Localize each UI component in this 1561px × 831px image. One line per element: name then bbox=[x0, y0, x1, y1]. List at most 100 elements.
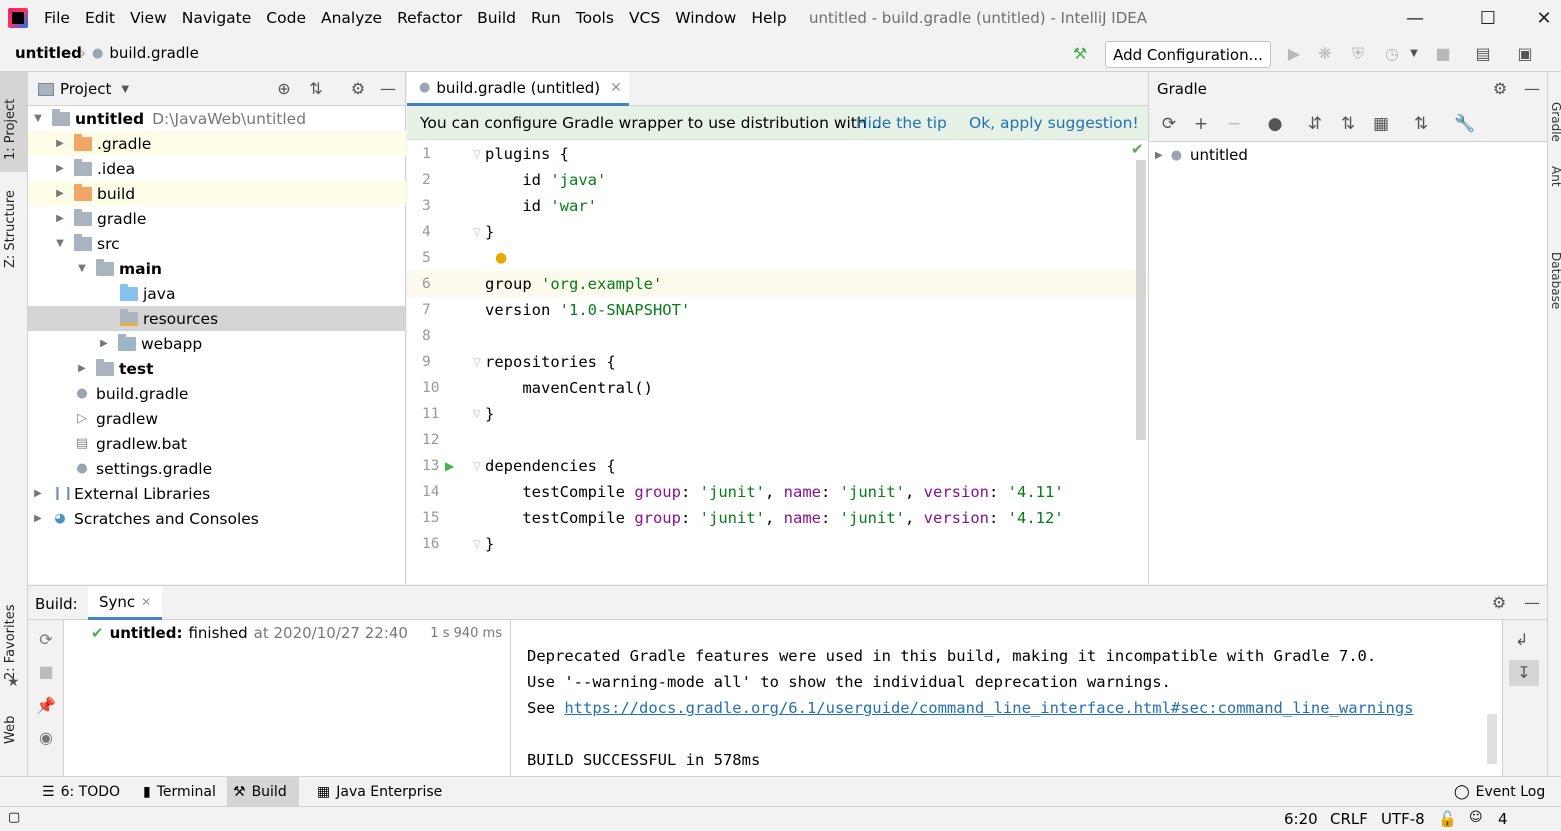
hide-icon[interactable]: — bbox=[379, 80, 397, 98]
fold-marker-icon[interactable]: ▽ bbox=[473, 149, 481, 160]
tool-windows-icon[interactable]: ▢ bbox=[8, 810, 20, 825]
menu-code[interactable]: Code bbox=[266, 9, 306, 27]
wrench-icon[interactable]: 🔧 bbox=[1454, 114, 1475, 134]
console-scrollbar[interactable] bbox=[1487, 714, 1497, 764]
tree-node-dot-idea[interactable]: ▶ .idea bbox=[28, 156, 406, 181]
web-tool-tab[interactable]: Web bbox=[3, 714, 18, 744]
build-tree-item[interactable]: ✔ untitled: finished at 2020/10/27 22:40 bbox=[91, 624, 408, 642]
tree-node-build-gradle[interactable]: ● build.gradle bbox=[28, 381, 406, 406]
close-icon[interactable]: ✕ bbox=[141, 595, 151, 609]
tree-node-external-libraries[interactable]: ▶ ❙❙ External Libraries bbox=[28, 481, 406, 506]
window-layout-icon[interactable]: ▣ bbox=[1516, 45, 1534, 63]
tree-node-gradlew-bat[interactable]: ▤ gradlew.bat bbox=[28, 431, 406, 456]
tree-node-untitled[interactable]: ▼ untitled D:\JavaWeb\untitled bbox=[28, 106, 406, 131]
java-enterprise-tab[interactable]: ▦ Java Enterprise bbox=[311, 777, 448, 807]
chevron-down-icon[interactable]: ▼ bbox=[54, 238, 66, 249]
hide-icon[interactable]: — bbox=[1523, 80, 1541, 98]
fold-marker-icon[interactable]: ▽ bbox=[473, 357, 481, 368]
chevron-right-icon[interactable]: ▶ bbox=[76, 363, 88, 374]
tree-node-scratches[interactable]: ▶ ◕ Scratches and Consoles bbox=[28, 506, 406, 531]
tree-node-main[interactable]: ▼ main bbox=[28, 256, 406, 281]
collapse-all-icon[interactable]: ⇅ bbox=[1338, 114, 1358, 134]
sync-tab[interactable]: Sync ✕ bbox=[88, 586, 163, 620]
tree-node-build[interactable]: ▶ build bbox=[28, 181, 406, 206]
structure-tool-tab[interactable]: Z: Structure bbox=[3, 188, 18, 268]
menu-vcs[interactable]: VCS bbox=[629, 9, 660, 27]
inspector-icon[interactable]: ☺ bbox=[1469, 810, 1483, 825]
tree-node-dot-gradle[interactable]: ▶ .gradle bbox=[28, 131, 406, 156]
stop-icon[interactable]: ■ bbox=[1434, 45, 1452, 63]
tree-node-src[interactable]: ▼ src bbox=[28, 231, 406, 256]
tree-node-resources[interactable]: resources bbox=[28, 306, 406, 331]
code-area[interactable]: 1 ▽ plugins {2 id 'java' 3 id 'war' 4 ▽} 5 ● 6 gr… bbox=[407, 140, 1148, 584]
expand-all-icon[interactable]: ⇵ bbox=[1305, 114, 1325, 134]
pin-icon[interactable]: 📌 bbox=[36, 696, 56, 716]
scroll-to-end-icon[interactable]: ↧ bbox=[1509, 660, 1539, 686]
fold-marker-icon[interactable]: ▽ bbox=[473, 409, 481, 420]
event-log-tab[interactable]: ◯ Event Log bbox=[1448, 777, 1551, 807]
eye-icon[interactable]: ◉ bbox=[36, 728, 56, 748]
chevron-right-icon[interactable]: ▶ bbox=[32, 488, 44, 499]
chevron-right-icon[interactable]: ▶ bbox=[32, 513, 44, 524]
add-configuration-button[interactable]: Add Configuration... bbox=[1105, 41, 1271, 68]
menu-refactor[interactable]: Refactor bbox=[397, 9, 462, 27]
tree-node-gradle[interactable]: ▶ gradle bbox=[28, 206, 406, 231]
chevron-right-icon[interactable]: ▶ bbox=[54, 138, 66, 149]
indent-setting[interactable]: 4 spaces bbox=[1498, 810, 1561, 831]
menu-analyze[interactable]: Analyze bbox=[321, 9, 382, 27]
breadcrumb-file[interactable]: ● build.gradle bbox=[92, 44, 199, 62]
file-encoding[interactable]: UTF-8 bbox=[1381, 810, 1425, 828]
locate-icon[interactable]: ⊕ bbox=[275, 80, 293, 98]
collapse-all-icon[interactable]: ⇅ bbox=[307, 80, 325, 98]
tree-node-java[interactable]: java bbox=[28, 281, 406, 306]
soft-wrap-icon[interactable]: ↲ bbox=[1515, 630, 1528, 649]
stop-icon[interactable]: ■ bbox=[36, 662, 56, 682]
debug-icon[interactable]: ❋ bbox=[1316, 45, 1334, 63]
menu-navigate[interactable]: Navigate bbox=[182, 9, 252, 27]
menu-run[interactable]: Run bbox=[531, 9, 561, 27]
menu-help[interactable]: Help bbox=[751, 9, 786, 27]
gear-icon[interactable]: ⚙ bbox=[1491, 80, 1509, 98]
lock-icon[interactable]: 🔓 bbox=[1438, 810, 1457, 828]
chevron-down-icon[interactable]: ▼ bbox=[32, 113, 44, 124]
chevron-down-icon[interactable]: ▼ bbox=[1405, 45, 1423, 63]
build-console[interactable]: Deprecated Gradle features were used in … bbox=[512, 620, 1502, 777]
tree-node-settings-gradle[interactable]: ● settings.gradle bbox=[28, 456, 406, 481]
chevron-right-icon[interactable]: ▶ bbox=[54, 163, 66, 174]
tree-node-webapp[interactable]: ▶ webapp bbox=[28, 331, 406, 356]
build-tab[interactable]: ⚒ Build bbox=[227, 777, 299, 807]
menu-build[interactable]: Build bbox=[477, 9, 516, 27]
fold-marker-icon[interactable]: ▽ bbox=[473, 539, 481, 550]
breadcrumb-project[interactable]: untitled bbox=[15, 44, 82, 62]
tree-node-test[interactable]: ▶ test bbox=[28, 356, 406, 381]
ant-tool-tab[interactable]: Ant bbox=[1549, 166, 1561, 187]
apply-suggestion-link[interactable]: Ok, apply suggestion! bbox=[969, 114, 1139, 132]
chevron-right-icon[interactable]: ▶ bbox=[98, 338, 110, 349]
database-tool-tab[interactable]: Database bbox=[1549, 252, 1561, 309]
coverage-icon[interactable]: ⛨ bbox=[1349, 45, 1367, 63]
editor-scrollbar[interactable] bbox=[1136, 160, 1146, 440]
reload-icon[interactable]: ⟳ bbox=[1159, 114, 1179, 134]
run-gutter-icon[interactable]: ▶ bbox=[445, 459, 454, 473]
close-icon[interactable]: ✕ bbox=[610, 80, 622, 96]
execute-task-icon[interactable]: ● bbox=[1265, 114, 1285, 134]
gear-icon[interactable]: ⚙ bbox=[349, 80, 367, 98]
project-structure-icon[interactable]: ▤ bbox=[1474, 45, 1492, 63]
menu-file[interactable]: File bbox=[44, 9, 70, 27]
fold-marker-icon[interactable]: ▽ bbox=[473, 461, 481, 472]
gradle-tool-tab[interactable]: Gradle bbox=[1549, 102, 1561, 142]
menu-window[interactable]: Window bbox=[675, 9, 736, 27]
menu-edit[interactable]: Edit bbox=[85, 9, 115, 27]
menu-view[interactable]: View bbox=[130, 9, 167, 27]
line-separator[interactable]: CRLF bbox=[1330, 810, 1368, 828]
close-icon[interactable]: ✕ bbox=[1530, 4, 1558, 32]
gradle-tree-root[interactable]: ▶ ● untitled bbox=[1155, 146, 1248, 164]
lightbulb-icon[interactable]: ● bbox=[495, 250, 507, 266]
hide-icon[interactable]: — bbox=[1523, 594, 1541, 612]
docs-link[interactable]: https://docs.gradle.org/6.1/userguide/co… bbox=[564, 699, 1413, 717]
menu-tools[interactable]: Tools bbox=[576, 9, 614, 27]
add-icon[interactable]: + bbox=[1191, 114, 1211, 134]
group-modules-icon[interactable]: ▦ bbox=[1371, 114, 1391, 134]
terminal-tab[interactable]: ▮ Terminal bbox=[137, 777, 222, 807]
minimize-icon[interactable]: — bbox=[1401, 4, 1429, 32]
